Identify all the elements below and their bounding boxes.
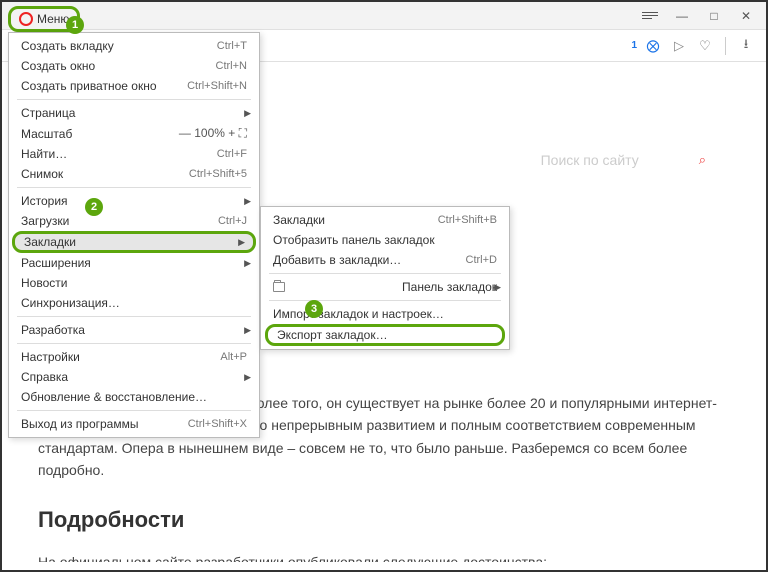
menu-shortcut: Ctrl+T (217, 40, 247, 52)
submenu-item-0[interactable]: Закладки Ctrl+Shift+B (261, 210, 509, 230)
menu-item-label: Синхронизация… (21, 296, 120, 310)
submenu-item-label: Импорт закладок и настроек… (273, 307, 444, 321)
menu-item-4[interactable]: Страница ▶ (9, 103, 259, 123)
maximize-button[interactable]: □ (698, 3, 730, 29)
menu-item-0[interactable]: Создать вкладку Ctrl+T (9, 36, 259, 56)
step-badge-1: 1 (66, 16, 84, 34)
zoom-controls[interactable]: — 100% + ⛶ (179, 126, 247, 141)
chevron-right-icon: ▶ (244, 108, 251, 119)
menu-item-1[interactable]: Создать окно Ctrl+N (9, 56, 259, 76)
menu-item-label: Масштаб (21, 127, 72, 141)
menu-item-label: История (21, 194, 68, 208)
menu-item-label: Выход из программы (21, 417, 138, 431)
menu-item-label: Закладки (24, 235, 76, 249)
submenu-item-label: Отобразить панель закладок (273, 233, 435, 247)
step-badge-3: 3 (305, 300, 323, 318)
menu-item-2[interactable]: Создать приватное окно Ctrl+Shift+N (9, 76, 259, 96)
menu-shortcut: Ctrl+Shift+B (438, 214, 497, 226)
menu-item-7[interactable]: Снимок Ctrl+Shift+5 (9, 164, 259, 184)
menu-item-20[interactable]: Обновление & восстановление… (9, 387, 259, 407)
menu-item-label: Создать приватное окно (21, 79, 157, 93)
menu-shortcut: Ctrl+Shift+N (187, 80, 247, 92)
bookmarks-submenu: Закладки Ctrl+Shift+BОтобразить панель за… (260, 206, 510, 350)
menu-item-label: Новости (21, 276, 67, 290)
chevron-right-icon: ▶ (494, 282, 501, 293)
chevron-right-icon: ▶ (238, 237, 245, 248)
folder-icon (273, 282, 285, 292)
submenu-item-label: Панель закладок (402, 280, 497, 294)
submenu-item-label: Экспорт закладок… (277, 328, 388, 342)
menu-item-9[interactable]: История ▶ (9, 191, 259, 211)
content-paragraph-2: На официальном сайте разработчики опубли… (38, 551, 730, 562)
menu-item-label: Загрузки (21, 214, 69, 228)
menu-shortcut: Ctrl+J (218, 215, 247, 227)
submenu-item-1[interactable]: Отобразить панель закладок (261, 230, 509, 250)
menu-item-5[interactable]: Масштаб — 100% + ⛶ (9, 123, 259, 144)
chevron-right-icon: ▶ (244, 196, 251, 207)
menu-shortcut: Ctrl+F (217, 148, 247, 160)
menu-item-label: Страница (21, 106, 75, 120)
download-icon[interactable]: ⭳ (736, 36, 756, 56)
menu-item-18[interactable]: Настройки Alt+P (9, 347, 259, 367)
menu-item-6[interactable]: Найти… Ctrl+F (9, 144, 259, 164)
submenu-item-label: Добавить в закладки… (273, 253, 401, 267)
submenu-item-6[interactable]: Импорт закладок и настроек… (261, 304, 509, 324)
minimize-button[interactable]: — (666, 3, 698, 29)
opera-menu-label: Меню (37, 12, 69, 26)
submenu-item-2[interactable]: Добавить в закладки… Ctrl+D (261, 250, 509, 270)
menu-item-label: Настройки (21, 350, 80, 364)
submenu-item-label: Закладки (273, 213, 325, 227)
menu-item-16[interactable]: Разработка ▶ (9, 320, 259, 340)
chevron-right-icon: ▶ (244, 372, 251, 383)
menu-item-12[interactable]: Расширения ▶ (9, 253, 259, 273)
menu-item-22[interactable]: Выход из программы Ctrl+Shift+X (9, 414, 259, 434)
vpn-icon[interactable]: ▷ (669, 36, 689, 56)
menu-item-19[interactable]: Справка ▶ (9, 367, 259, 387)
menu-item-11[interactable]: Закладки ▶ (12, 231, 256, 253)
menu-item-label: Создать окно (21, 59, 95, 73)
menu-shortcut: Ctrl+D (466, 254, 497, 266)
opera-logo-icon (19, 12, 33, 26)
content-heading: Подробности (38, 502, 730, 537)
blocker-count: 1 (631, 40, 637, 51)
window-header: — □ ✕ (2, 2, 766, 30)
menu-item-13[interactable]: Новости (9, 273, 259, 293)
main-menu: Создать вкладкуCtrl+TСоздать окноCtrl+NС… (8, 32, 260, 438)
menu-item-label: Обновление & восстановление… (21, 390, 207, 404)
menu-item-label: Разработка (21, 323, 85, 337)
chevron-right-icon: ▶ (244, 258, 251, 269)
submenu-item-4[interactable]: Панель закладок▶ (261, 277, 509, 297)
menu-item-label: Найти… (21, 147, 67, 161)
browser-window: — □ ✕ Меню 1 1 ⨂ ▷ ♡ ⭳ Создать вкладку Ct… (0, 0, 768, 572)
menu-item-label: Создать вкладку (21, 39, 114, 53)
menu-item-label: Расширения (21, 256, 91, 270)
menu-shortcut: Ctrl+Shift+X (188, 418, 247, 430)
menu-item-label: Снимок (21, 167, 63, 181)
heart-icon[interactable]: ♡ (695, 36, 715, 56)
menu-shortcut: Alt+P (220, 351, 247, 363)
chevron-right-icon: ▶ (244, 325, 251, 336)
close-button[interactable]: ✕ (730, 3, 762, 29)
menu-shortcut: Ctrl+N (216, 60, 247, 72)
menu-item-label: Справка (21, 370, 68, 384)
menu-item-10[interactable]: Загрузки Ctrl+J (9, 211, 259, 231)
menu-shortcut: Ctrl+Shift+5 (189, 168, 247, 180)
submenu-item-7[interactable]: Экспорт закладок… (265, 324, 505, 346)
sidepanel-toggle-icon[interactable] (634, 3, 666, 29)
adblock-icon[interactable]: ⨂ (643, 36, 663, 56)
menu-item-14[interactable]: Синхронизация… (9, 293, 259, 313)
step-badge-2: 2 (85, 198, 103, 216)
